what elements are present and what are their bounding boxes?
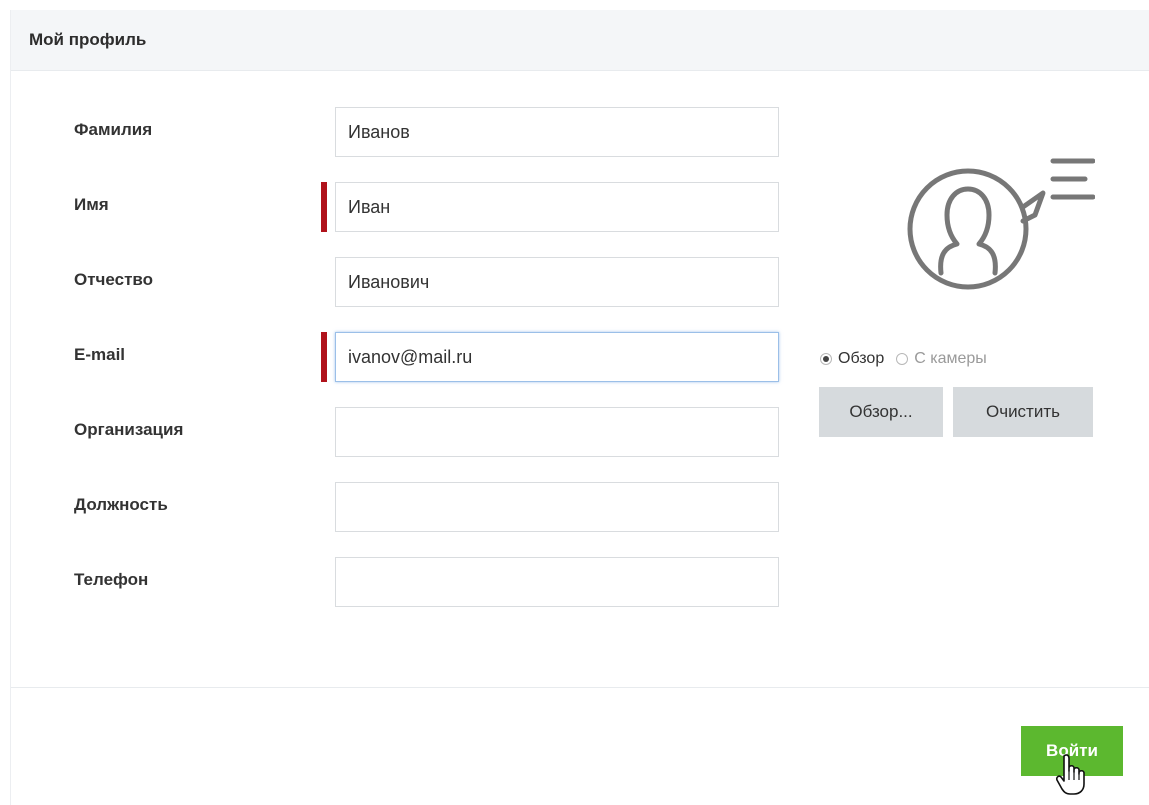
radio-browse[interactable] — [820, 353, 832, 365]
radio-camera-label[interactable]: С камеры — [914, 350, 987, 368]
last-name-input[interactable] — [335, 107, 779, 157]
first-name-label: Имя — [74, 195, 109, 214]
phone-label: Телефон — [74, 570, 149, 589]
clear-button[interactable]: Очистить — [953, 387, 1093, 437]
required-marker — [321, 332, 327, 382]
hand-pointer-icon — [1056, 754, 1085, 795]
organization-label: Организация — [74, 420, 184, 439]
email-input[interactable] — [335, 332, 779, 382]
profile-panel: Мой профиль Фамилия Имя Отчество E-mail … — [10, 10, 1149, 805]
footer-divider — [11, 687, 1149, 688]
panel-header: Мой профиль — [11, 10, 1149, 71]
photo-source-options: Обзор С камеры — [820, 348, 987, 370]
radio-browse-label[interactable]: Обзор — [838, 350, 884, 368]
browse-button[interactable]: Обзор... — [819, 387, 943, 437]
organization-input[interactable] — [335, 407, 779, 457]
page-title: Мой профиль — [29, 30, 147, 49]
position-label: Должность — [74, 495, 168, 514]
position-input[interactable] — [335, 482, 779, 532]
middle-name-input[interactable] — [335, 257, 779, 307]
user-speech-icon — [907, 158, 1095, 290]
required-marker — [321, 182, 327, 232]
first-name-input[interactable] — [335, 182, 779, 232]
email-label: E-mail — [74, 345, 126, 364]
phone-input[interactable] — [335, 557, 779, 607]
middle-name-label: Отчество — [74, 270, 154, 289]
radio-camera[interactable] — [896, 353, 909, 365]
last-name-label: Фамилия — [74, 120, 153, 139]
